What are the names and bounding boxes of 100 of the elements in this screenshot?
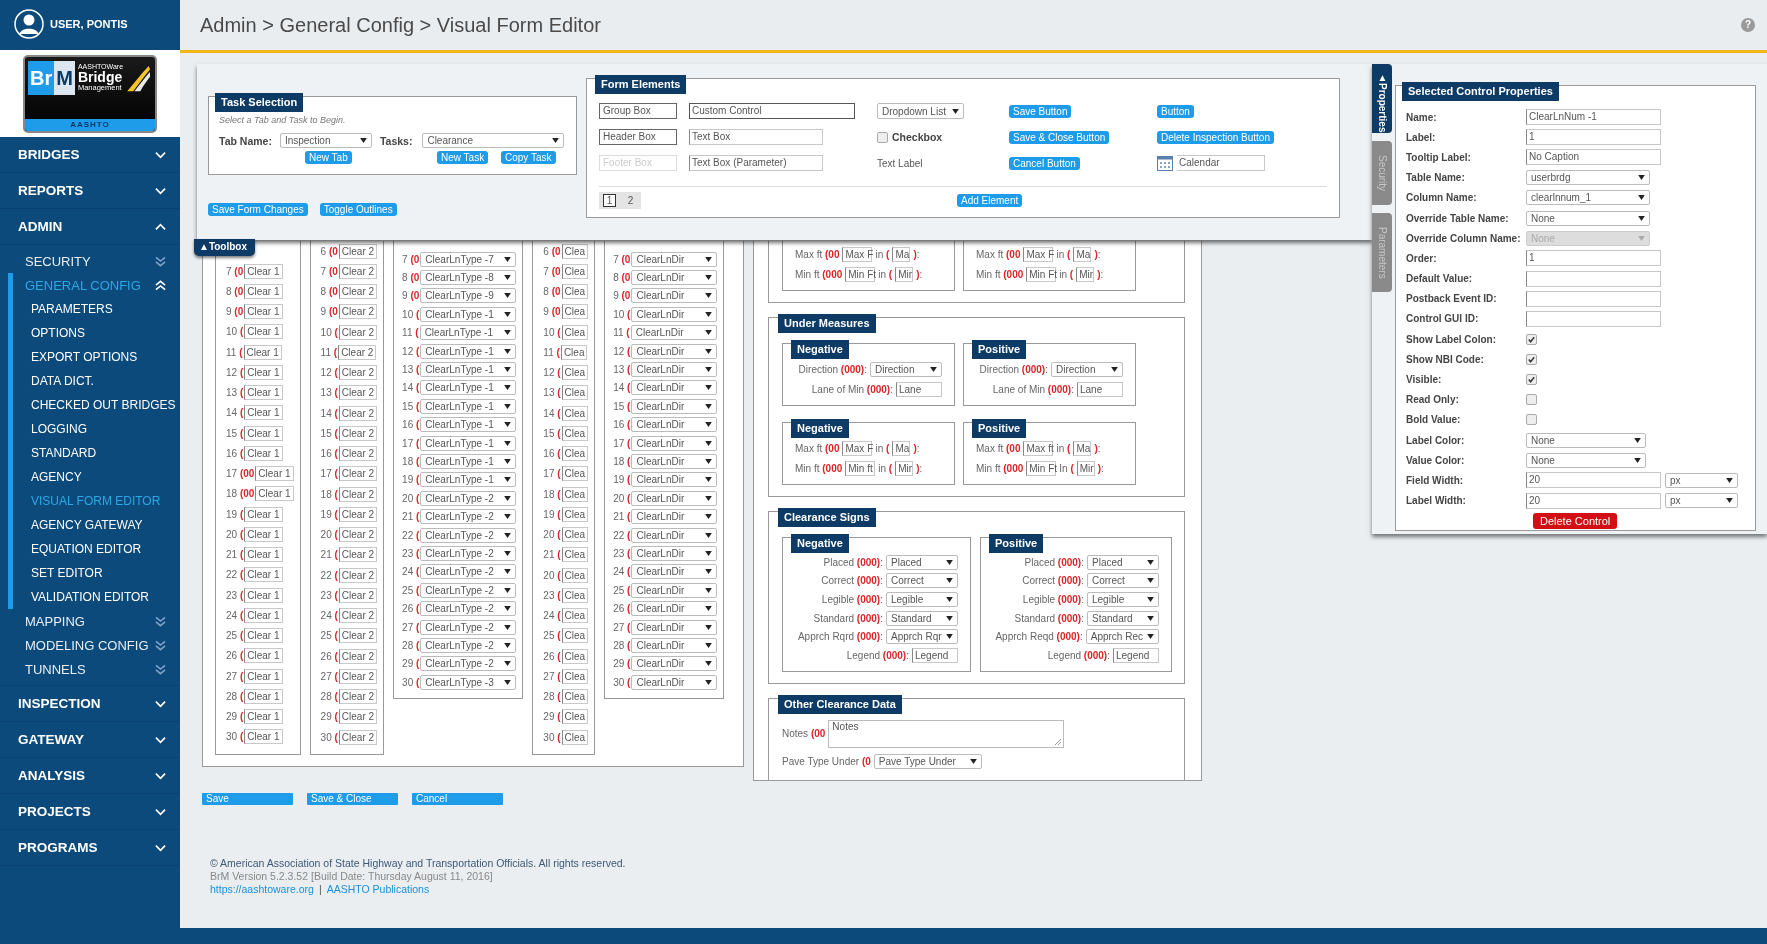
- page-button[interactable]: 2: [624, 194, 637, 207]
- dropdown[interactable]: ClearLnDir: [631, 527, 718, 543]
- element-tool[interactable]: Custom Control: [689, 103, 855, 119]
- dropdown[interactable]: ClearLnDir: [631, 306, 718, 322]
- chevron-up-icon[interactable]: [155, 222, 166, 231]
- dropdown[interactable]: ClearLnDir: [631, 545, 718, 561]
- element-tool[interactable]: Group Box: [599, 103, 677, 119]
- dropdown[interactable]: ClearLnType -2: [420, 637, 517, 653]
- notes-field[interactable]: Notes: [828, 719, 1065, 748]
- dropdown[interactable]: Apprch Rqr: [886, 629, 958, 645]
- resize-grip-icon[interactable]: [1054, 737, 1063, 746]
- dropdown[interactable]: ClearLnDir: [631, 582, 718, 598]
- text-field[interactable]: Clea: [561, 304, 589, 320]
- chevron-down-icon[interactable]: [155, 735, 166, 744]
- tab-name-dropdown[interactable]: Inspection: [279, 133, 372, 148]
- nav-link[interactable]: LOGGING: [31, 417, 180, 441]
- dropdown[interactable]: ClearLnDir: [631, 398, 718, 414]
- nav-link[interactable]: EQUATION EDITOR: [31, 537, 180, 561]
- side-tab[interactable]: ▲Properties: [1372, 64, 1392, 133]
- text-field[interactable]: Lane: [896, 381, 942, 397]
- text-field[interactable]: Clea: [561, 284, 589, 300]
- text-field[interactable]: Clear 2: [338, 709, 378, 725]
- text-field[interactable]: Clear 2: [338, 587, 378, 603]
- dropdown[interactable]: ClearLnType -1: [420, 306, 517, 322]
- dropdown[interactable]: ClearLnDir: [631, 472, 718, 488]
- dropdown[interactable]: ClearLnDir: [631, 619, 718, 635]
- text-field[interactable]: Clear 1: [244, 425, 283, 441]
- property-field[interactable]: 20: [1526, 492, 1661, 509]
- text-field[interactable]: Clear 2: [338, 648, 378, 664]
- checkbox[interactable]: [1526, 333, 1537, 345]
- dropdown[interactable]: ClearLnDir: [631, 490, 718, 506]
- property-dropdown[interactable]: None: [1526, 210, 1650, 226]
- dropdown[interactable]: ClearLnType -1: [419, 325, 516, 341]
- text-field[interactable]: Clear 1: [244, 324, 283, 340]
- text-field[interactable]: Clear 2: [338, 628, 378, 644]
- text-field[interactable]: Clea: [561, 243, 589, 259]
- nav-link[interactable]: OPTIONS: [31, 321, 180, 345]
- text-field[interactable]: Clear 1: [244, 526, 283, 542]
- text-field[interactable]: Clear 1: [244, 263, 283, 279]
- text-field[interactable]: Clear 2: [338, 506, 378, 522]
- text-field[interactable]: Clea: [561, 466, 589, 482]
- text-field[interactable]: Clear 1: [244, 283, 283, 299]
- nav-link[interactable]: STANDARD: [31, 441, 180, 465]
- text-field[interactable]: Min Ft: [1026, 266, 1057, 282]
- dropdown[interactable]: ClearLnDir: [631, 656, 718, 672]
- property-field[interactable]: No Caption: [1526, 149, 1661, 166]
- dropdown[interactable]: ClearLnDir: [631, 601, 718, 617]
- text-field[interactable]: Clear 2: [338, 365, 378, 381]
- property-field[interactable]: 20: [1526, 472, 1661, 489]
- dropdown[interactable]: ClearLnType -2: [420, 527, 517, 543]
- dropdown[interactable]: ClearLnDir: [631, 270, 718, 286]
- text-field[interactable]: Clea: [561, 587, 589, 603]
- dropdown[interactable]: ClearLnType -1: [420, 454, 517, 469]
- property-field[interactable]: 1: [1526, 250, 1661, 267]
- dropdown[interactable]: Direction: [870, 361, 942, 377]
- checkbox[interactable]: [1526, 414, 1537, 426]
- dropdown[interactable]: ClearLnType -2: [420, 490, 517, 506]
- dropdown[interactable]: ClearLnDir: [631, 362, 718, 378]
- text-field[interactable]: Clea: [561, 668, 589, 684]
- dropdown[interactable]: Pave Type Under: [873, 753, 982, 769]
- dropdown[interactable]: Standard: [886, 610, 958, 626]
- dropdown[interactable]: ClearLnType -7: [420, 251, 517, 267]
- chevron-down-icon[interactable]: [155, 699, 166, 708]
- dropdown[interactable]: ClearLnType -8: [420, 270, 517, 286]
- text-field[interactable]: Clear 1: [244, 405, 283, 421]
- text-field[interactable]: Legend: [912, 647, 958, 663]
- dropdown[interactable]: Apprch Rec: [1085, 629, 1159, 645]
- text-field[interactable]: Clea: [561, 385, 589, 401]
- text-field[interactable]: Clea: [561, 263, 589, 279]
- text-field[interactable]: Clear 2: [338, 527, 378, 543]
- unit-dropdown[interactable]: px: [1665, 493, 1738, 509]
- nav-link[interactable]: CHECKED OUT BRIDGES: [31, 393, 180, 417]
- element-tool[interactable]: Text Box: [689, 129, 823, 145]
- text-field[interactable]: Max F: [842, 440, 873, 456]
- text-field[interactable]: Min Ft: [845, 266, 876, 282]
- text-field[interactable]: Clear 1: [244, 688, 283, 704]
- text-field[interactable]: Clea: [561, 729, 589, 745]
- text-field[interactable]: Clear 2: [338, 425, 378, 441]
- dropdown[interactable]: ClearLnType -1: [420, 362, 517, 378]
- text-field[interactable]: Ma: [892, 246, 911, 262]
- calendar-field[interactable]: Calendar: [1177, 155, 1265, 171]
- text-field[interactable]: Clear 1: [244, 648, 283, 664]
- dropdown[interactable]: ClearLnType -3: [420, 674, 517, 690]
- text-field[interactable]: Clear 1: [244, 628, 283, 644]
- nav-link[interactable]: SET EDITOR: [31, 561, 180, 585]
- dropdown[interactable]: ClearLnType -1: [420, 472, 517, 488]
- unit-dropdown[interactable]: px: [1665, 472, 1738, 488]
- dropdown[interactable]: ClearLnDir: [631, 251, 718, 267]
- text-field[interactable]: Clear 1: [255, 466, 294, 482]
- dropdown[interactable]: Legible: [1087, 592, 1159, 607]
- text-field[interactable]: Mir: [895, 460, 914, 476]
- chevron-down-icon[interactable]: [155, 771, 166, 780]
- property-field[interactable]: 1: [1526, 129, 1661, 146]
- avatar-icon[interactable]: [14, 8, 44, 39]
- text-field[interactable]: Clea: [561, 648, 589, 664]
- dropdown[interactable]: Correct: [1087, 573, 1159, 589]
- dropdown[interactable]: ClearLnType -2: [420, 509, 517, 525]
- text-field[interactable]: Ma: [1073, 440, 1092, 456]
- dropdown[interactable]: ClearLnDir: [631, 343, 718, 359]
- text-field[interactable]: Clear 1: [244, 567, 283, 583]
